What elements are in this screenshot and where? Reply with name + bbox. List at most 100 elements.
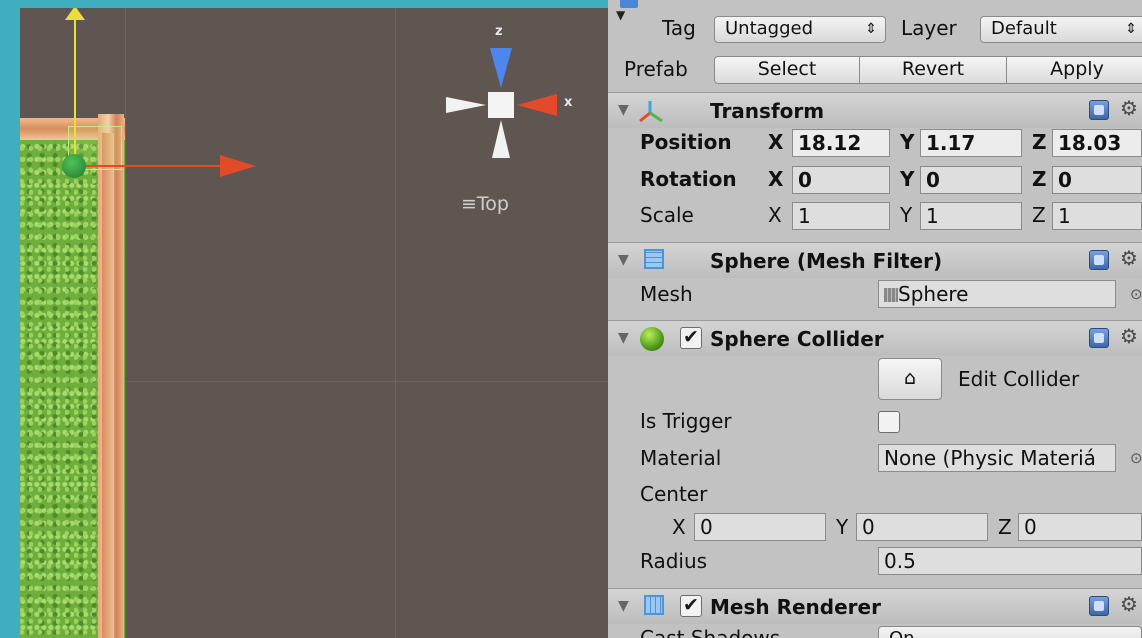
move-handle-y-arrow[interactable] [65, 8, 85, 20]
tag-value: Untagged [725, 18, 814, 39]
rotation-z-label: Z [1032, 167, 1047, 191]
grid-line [125, 8, 126, 638]
rotation-z-field[interactable]: 0 [1052, 166, 1142, 194]
position-label: Position [640, 130, 732, 154]
gizmo-neg-z-cone[interactable] [492, 120, 510, 158]
scale-y-label: Y [900, 203, 913, 227]
gear-icon[interactable]: ⚙ [1120, 96, 1138, 120]
mesh-filter-header[interactable]: ▼ Sphere (Mesh Filter) ⚙ [608, 242, 1142, 278]
rotation-x-label: X [768, 167, 784, 191]
help-book-icon[interactable] [1089, 596, 1109, 616]
mesh-label: Mesh [640, 282, 693, 306]
radius-label: Radius [640, 549, 708, 573]
prefab-revert-button[interactable]: Revert [859, 56, 1007, 84]
mesh-renderer-enabled-checkbox[interactable]: ✔ [680, 595, 702, 617]
gear-icon[interactable]: ⚙ [1120, 324, 1138, 348]
is-trigger-checkbox[interactable] [878, 411, 900, 433]
mesh-renderer-title: Mesh Renderer [710, 595, 881, 619]
inspector-panel: ▼ Tag Untagged ⇕ Layer Default ⇕ Prefab … [608, 0, 1142, 638]
mesh-value: Sphere [898, 282, 969, 306]
edit-collider-icon: ⌂ [903, 367, 917, 389]
gizmo-x-label: x [564, 95, 573, 110]
gizmo-x-cone[interactable] [517, 94, 557, 116]
foldout-arrow-icon[interactable]: ▼ [618, 598, 629, 614]
scale-x-field[interactable]: 1 [792, 202, 890, 230]
foldout-arrow-icon: ▼ [616, 8, 626, 22]
position-z-field[interactable]: 18.03 [1052, 129, 1142, 157]
center-y-label: Y [836, 515, 849, 539]
scale-label: Scale [640, 203, 694, 227]
position-y-field[interactable]: 1.17 [920, 129, 1022, 157]
updown-arrows-icon: ⇕ [865, 21, 877, 37]
position-x-field[interactable]: 18.12 [792, 129, 890, 157]
prefab-label: Prefab [624, 57, 688, 81]
gameobject-icon [620, 0, 638, 8]
center-x-label: X [672, 515, 686, 539]
mesh-icon [884, 288, 898, 302]
sphere-collider-title: Sphere Collider [710, 327, 884, 351]
center-label: Center [640, 482, 708, 506]
gizmo-z-cone[interactable] [490, 48, 512, 88]
layer-value: Default [991, 18, 1057, 39]
hamburger-icon: ≡ [461, 193, 477, 215]
gear-icon[interactable]: ⚙ [1120, 246, 1138, 270]
rotation-y-label: Y [900, 167, 915, 191]
layer-dropdown[interactable]: Default ⇕ [980, 16, 1142, 43]
transform-header[interactable]: ▼ Transform ⚙ [608, 92, 1142, 128]
wooden-frame-inner [102, 133, 114, 638]
rotation-x-field[interactable]: 0 [792, 166, 890, 194]
gizmo-neg-x-cone[interactable] [446, 97, 486, 113]
position-x-label: X [768, 130, 784, 154]
cast-shadows-dropdown[interactable]: On [878, 626, 1142, 638]
cast-shadows-label: Cast Shadows [640, 626, 781, 638]
mesh-filter-title: Sphere (Mesh Filter) [710, 249, 943, 273]
center-y-field[interactable]: 0 [856, 513, 988, 541]
help-book-icon[interactable] [1089, 328, 1109, 348]
material-label: Material [640, 446, 722, 470]
cast-shadows-value: On [889, 628, 915, 638]
mesh-renderer-header[interactable]: ▼ ✔ Mesh Renderer ⚙ [608, 588, 1142, 624]
foldout-arrow-icon[interactable]: ▼ [618, 252, 629, 268]
is-trigger-label: Is Trigger [640, 409, 732, 433]
foldout-arrow-icon[interactable]: ▼ [618, 330, 629, 346]
scale-y-field[interactable]: 1 [920, 202, 1022, 230]
position-z-label: Z [1032, 130, 1047, 154]
scale-z-field[interactable]: 1 [1052, 202, 1142, 230]
updown-arrows-icon: ⇕ [1125, 21, 1137, 37]
view-orientation-text: Top [476, 193, 509, 215]
mesh-renderer-icon [644, 595, 664, 615]
object-picker-icon[interactable]: ⊙ [1130, 449, 1142, 467]
edit-collider-button[interactable]: ⌂ [878, 358, 942, 400]
mesh-filter-icon [644, 249, 664, 269]
mesh-object-field[interactable]: Sphere [878, 280, 1116, 308]
foldout-arrow-icon[interactable]: ▼ [618, 102, 629, 118]
move-handle-y[interactable] [74, 8, 76, 158]
prefab-apply-button[interactable]: Apply [1006, 56, 1142, 84]
gizmo-center-cube[interactable] [488, 92, 514, 118]
rotation-label: Rotation [640, 167, 737, 191]
sphere-collider-enabled-checkbox[interactable]: ✔ [680, 327, 702, 349]
move-handle-x-arrow[interactable] [220, 155, 256, 177]
prefab-select-button[interactable]: Select [714, 56, 860, 84]
radius-field[interactable]: 0.5 [878, 547, 1142, 575]
object-picker-icon[interactable]: ⊙ [1130, 285, 1142, 303]
selected-sphere-object[interactable] [62, 154, 86, 178]
material-object-field[interactable]: None (Physic Materiá [878, 444, 1116, 472]
transform-title: Transform [710, 99, 825, 123]
help-book-icon[interactable] [1089, 100, 1109, 120]
gizmo-z-label: z [495, 24, 503, 39]
tag-dropdown[interactable]: Untagged ⇕ [714, 16, 886, 43]
center-z-field[interactable]: 0 [1018, 513, 1142, 541]
view-orientation-label[interactable]: ≡Top [461, 193, 509, 215]
gear-icon[interactable]: ⚙ [1120, 592, 1138, 616]
tag-label: Tag [662, 16, 696, 40]
position-y-label: Y [900, 130, 915, 154]
edit-collider-label: Edit Collider [958, 367, 1080, 391]
scene-view[interactable]: z x ≡Top [20, 8, 608, 638]
sphere-collider-header[interactable]: ▼ ✔ Sphere Collider ⚙ [608, 320, 1142, 356]
center-x-field[interactable]: 0 [694, 513, 826, 541]
help-book-icon[interactable] [1089, 250, 1109, 270]
layer-label: Layer [901, 16, 957, 40]
sphere-collider-icon [640, 327, 664, 351]
rotation-y-field[interactable]: 0 [920, 166, 1022, 194]
